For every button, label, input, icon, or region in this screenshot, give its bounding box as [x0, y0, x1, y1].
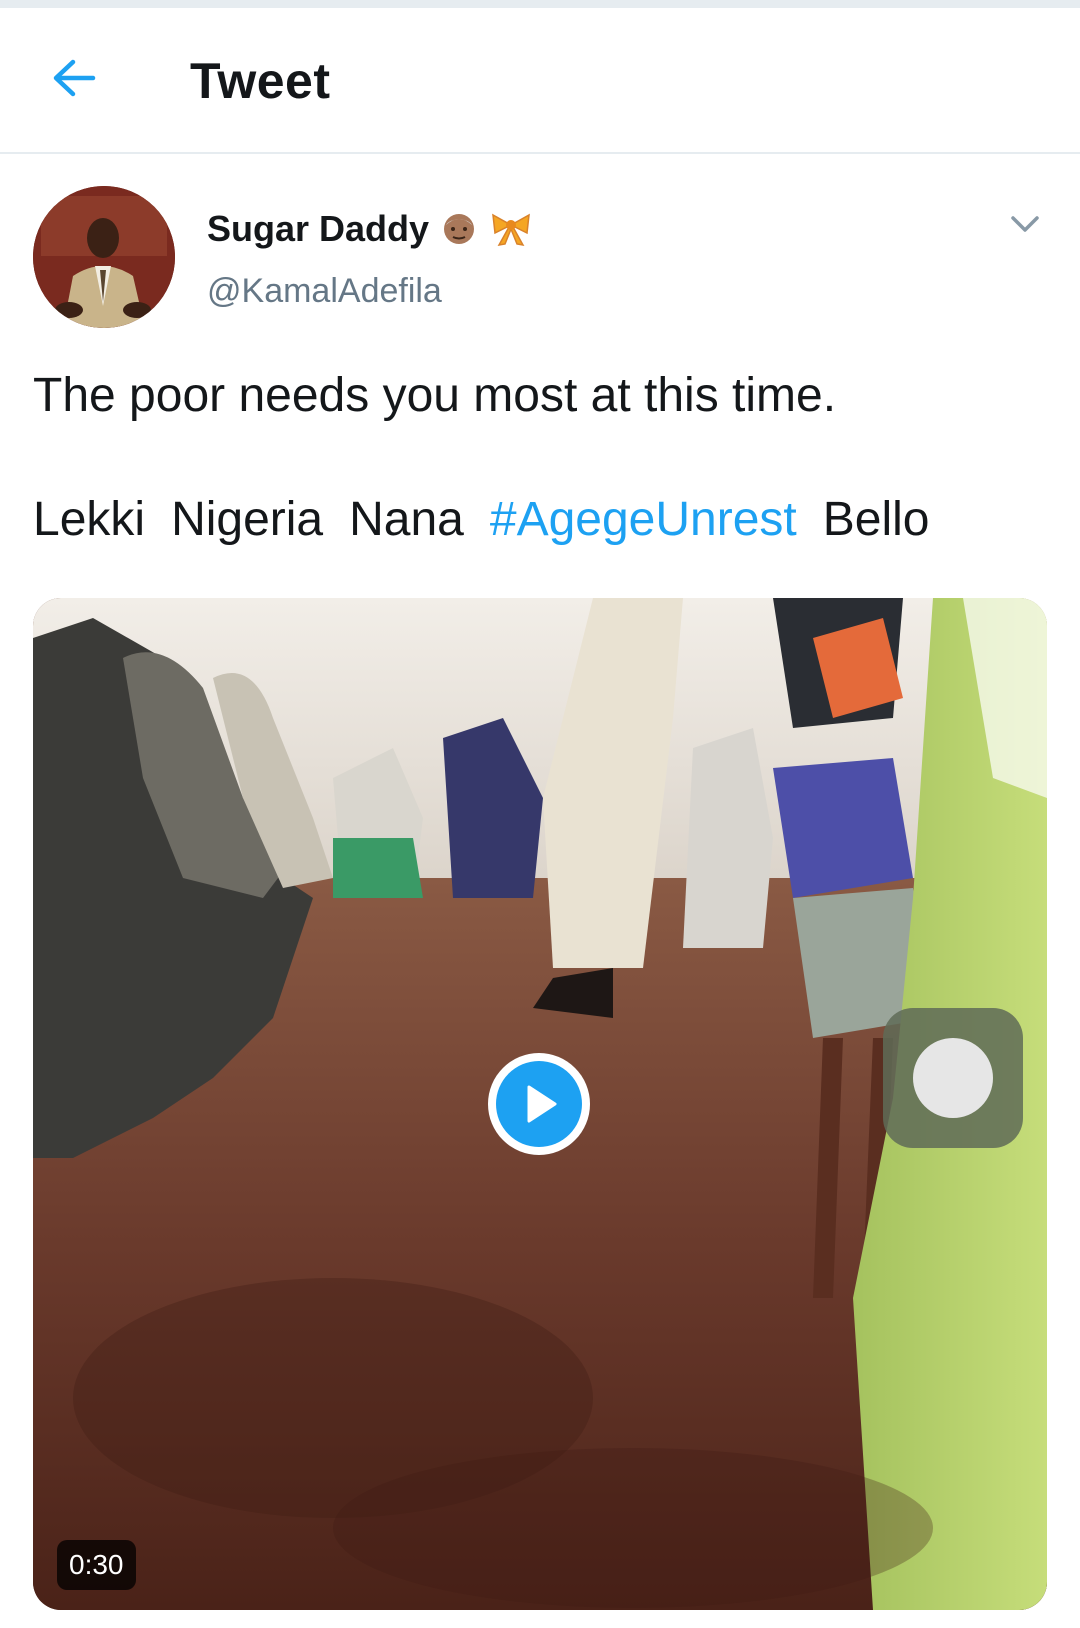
tweet-text: The poor needs you most at this time. — [33, 369, 837, 422]
author-name[interactable]: Sugar Daddy — [207, 208, 429, 250]
tweet-word-nigeria: Nigeria — [171, 493, 324, 546]
tweet-text-line2: Lekki Nigeria Nana #AgegeUnrest Bello — [33, 490, 1043, 550]
author-handle[interactable]: @KamalAdefila — [207, 272, 442, 311]
avatar[interactable] — [33, 186, 175, 328]
status-strip — [0, 0, 1080, 8]
tweet-word-bello: Bello — [822, 493, 930, 546]
back-arrow-icon — [51, 58, 97, 103]
ribbon-emoji-icon — [489, 211, 533, 247]
tweet-header: Sugar Daddy @KamalAdefila — [0, 156, 1080, 336]
author-name-row: Sugar Daddy — [207, 208, 533, 250]
video-duration: 0:30 — [57, 1540, 136, 1590]
hashtag-link[interactable]: #AgegeUnrest — [490, 493, 797, 546]
old-man-emoji-icon — [441, 211, 477, 247]
play-icon — [496, 1061, 582, 1147]
chevron-down-icon — [1010, 215, 1040, 238]
tweet-word-lekki: Lekki — [33, 493, 146, 546]
page-title: Tweet — [190, 53, 331, 109]
more-options-button[interactable] — [1000, 206, 1050, 246]
top-bar: Tweet — [0, 8, 1080, 154]
play-button[interactable] — [488, 1053, 590, 1155]
tweet-word-nana: Nana — [349, 493, 464, 546]
back-button[interactable] — [44, 50, 104, 110]
